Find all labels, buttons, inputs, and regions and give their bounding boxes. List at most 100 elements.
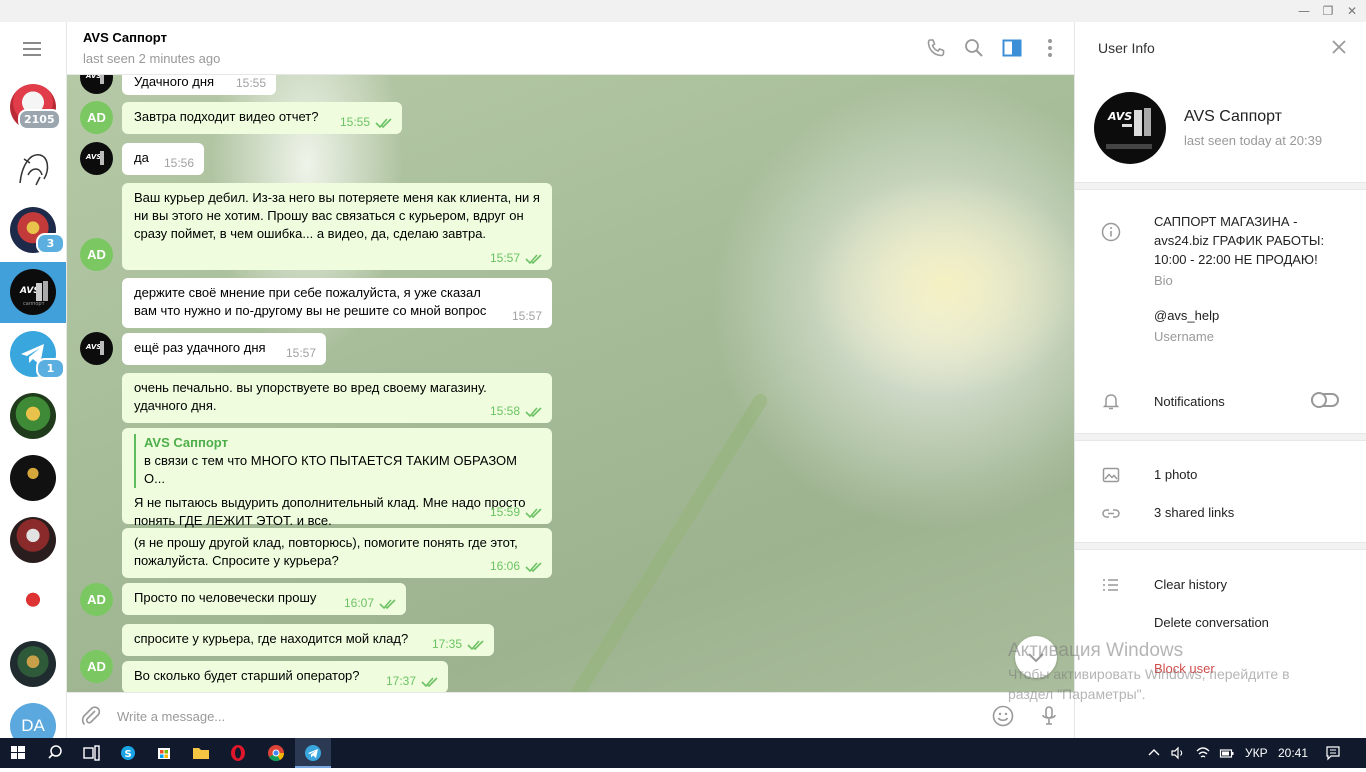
block-user-button[interactable]: Block user: [1154, 659, 1215, 678]
unread-badge: 1: [36, 358, 65, 379]
message-text: Я не пытаюсь выдурить дополнительный кла…: [134, 495, 526, 528]
reply-quote[interactable]: AVS Саппорт в связи с тем что МНОГО КТО …: [134, 434, 540, 488]
chat-avatar-10[interactable]: [10, 641, 56, 687]
language-indicator[interactable]: УКР: [1245, 746, 1268, 760]
unread-badge: 2105: [18, 109, 61, 130]
sender-avatar[interactable]: AD: [80, 650, 113, 683]
taskbar-telegram[interactable]: [295, 738, 331, 768]
panel-title: User Info: [1098, 40, 1155, 56]
divider: [1075, 542, 1366, 550]
message-bubble[interactable]: ещё раз удачного дня 15:57: [122, 333, 326, 365]
message-input[interactable]: [117, 706, 977, 726]
clock[interactable]: 20:41: [1278, 746, 1308, 760]
notifications-toggle[interactable]: [1311, 392, 1339, 408]
message-bubble[interactable]: Ваш курьер дебил. Из-за него вы потеряет…: [122, 183, 552, 270]
read-check-icon: [467, 640, 484, 651]
bio-text[interactable]: САППОРТ МАГАЗИНА - avs24.biz ГРАФИК РАБО…: [1154, 212, 1344, 269]
chat-avatar-avs[interactable]: AVS саппорт: [10, 269, 56, 315]
taskbar-skype[interactable]: S: [110, 738, 146, 768]
message-bubble[interactable]: AVS Саппорт в связи с тем что МНОГО КТО …: [122, 428, 552, 528]
chat-status: last seen 2 minutes ago: [83, 51, 221, 66]
sender-avatar[interactable]: AVS: [80, 332, 113, 365]
avatar-logo-text: AVS: [1107, 110, 1132, 123]
taskbar-search[interactable]: [37, 738, 73, 768]
svg-text:S: S: [125, 749, 132, 760]
sender-avatar[interactable]: AD: [80, 101, 113, 134]
volume-icon[interactable]: [1170, 745, 1186, 761]
notification-center-icon[interactable]: [1325, 745, 1341, 761]
read-check-icon: [525, 562, 542, 573]
message-bubble[interactable]: держите своё мнение при себе пожалуйста,…: [122, 278, 552, 328]
taskbar-opera[interactable]: [220, 738, 256, 768]
read-check-icon: [525, 407, 542, 418]
message-bubble[interactable]: Во сколько будет старший оператор? 17:37: [122, 661, 448, 692]
message-time: 15:56: [163, 156, 194, 170]
sender-avatar[interactable]: AD: [80, 583, 113, 616]
chat-avatar-7[interactable]: [10, 455, 56, 501]
shared-photos[interactable]: 1 photo: [1154, 465, 1197, 484]
clear-history-button[interactable]: Clear history: [1154, 575, 1227, 594]
more-icon[interactable]: [1038, 36, 1062, 60]
message-bubble[interactable]: очень печально. вы упорствуете во вред с…: [122, 373, 552, 423]
divider: [1075, 182, 1366, 190]
chat-list-rail: 2105 3 AVS саппорт 1 DA: [0, 22, 67, 738]
svg-text:AVS: AVS: [85, 153, 101, 161]
taskbar-store[interactable]: [146, 738, 182, 768]
chat-avatar-2[interactable]: [10, 145, 56, 191]
message-bubble[interactable]: Просто по человечески прошу 16:07: [122, 583, 406, 615]
svg-text:AVS: AVS: [85, 75, 101, 80]
reply-text: в связи с тем что МНОГО КТО ПЫТАЕТСЯ ТАК…: [144, 453, 517, 486]
link-icon: [1102, 509, 1120, 518]
chat-avatar-8[interactable]: [10, 517, 56, 563]
message-time: 15:59: [489, 505, 520, 519]
taskbar: S УКР 20:41: [0, 738, 1366, 768]
sidebar-toggle-icon[interactable]: [1000, 36, 1024, 60]
shared-links[interactable]: 3 shared links: [1154, 503, 1234, 522]
bio-label: Bio: [1154, 273, 1173, 288]
message-time: 15:55: [235, 76, 266, 90]
sender-avatar[interactable]: AVS: [80, 75, 113, 94]
username-text[interactable]: @avs_help: [1154, 306, 1219, 325]
user-avatar[interactable]: AVS: [1094, 92, 1166, 164]
explorer-icon: [193, 748, 209, 759]
message-bubble[interactable]: спросите у курьера, где находится мой кл…: [122, 624, 494, 656]
message-text: Ваш курьер дебил. Из-за него вы потеряет…: [134, 190, 540, 241]
taskbar-explorer[interactable]: [183, 738, 219, 768]
chat-avatar-9[interactable]: [10, 579, 56, 625]
message-bubble[interactable]: (я не прошу другой клад, повторюсь), пом…: [122, 528, 552, 578]
tray-chevron-icon[interactable]: [1147, 746, 1161, 760]
chat-avatar-6[interactable]: [10, 393, 56, 439]
profile-avatar[interactable]: DA: [10, 703, 56, 738]
wifi-icon[interactable]: [1195, 745, 1211, 761]
sender-avatar[interactable]: AVS: [80, 142, 113, 175]
message-time: 15:57: [285, 346, 316, 360]
message-text: спросите у курьера, где находится мой кл…: [134, 631, 409, 646]
message-bubble[interactable]: Завтра подходит видео отчет? 15:55: [122, 102, 402, 134]
microphone-icon[interactable]: [1037, 704, 1061, 728]
close-icon[interactable]: [1330, 38, 1348, 56]
close-window-button[interactable]: ✕: [1338, 0, 1366, 22]
task-view-button[interactable]: [73, 738, 109, 768]
search-icon: [48, 745, 62, 759]
svg-text:саппорт: саппорт: [23, 301, 45, 307]
phone-icon[interactable]: [924, 36, 948, 60]
taskbar-chrome[interactable]: [258, 738, 294, 768]
message-bubble[interactable]: да 15:56: [122, 143, 204, 175]
chevron-down-icon: [1028, 653, 1044, 663]
message-time: 17:35: [431, 637, 462, 651]
message-bubble[interactable]: Удачного дня 15:55: [122, 75, 276, 95]
start-button[interactable]: [0, 738, 36, 768]
telegram-icon: [305, 745, 321, 761]
scroll-down-button[interactable]: [1015, 636, 1057, 678]
sender-avatar[interactable]: AD: [80, 238, 113, 271]
chat-messages[interactable]: AVS Удачного дня 15:55 AD Завтра подходи…: [67, 75, 1074, 692]
attach-icon[interactable]: [79, 704, 103, 728]
hamburger-icon[interactable]: [23, 42, 43, 56]
battery-icon[interactable]: [1219, 745, 1235, 761]
search-icon[interactable]: [962, 36, 986, 60]
delete-conversation-button[interactable]: Delete conversation: [1154, 613, 1269, 632]
chat-title[interactable]: AVS Саппорт: [83, 30, 167, 45]
title-bar: — ❐ ✕: [0, 0, 1366, 22]
notifications-label: Notifications: [1154, 394, 1225, 409]
emoji-icon[interactable]: [991, 704, 1015, 728]
